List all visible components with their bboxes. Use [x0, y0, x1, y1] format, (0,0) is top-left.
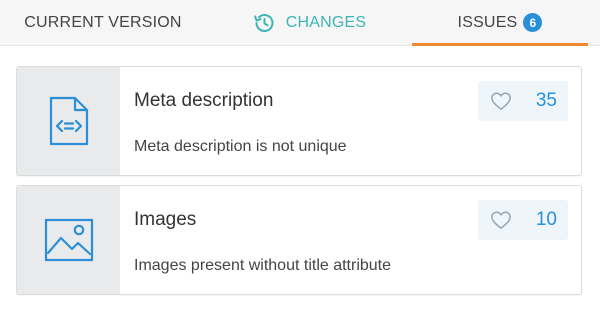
like-button[interactable]: 35 [478, 81, 568, 121]
like-button[interactable]: 10 [478, 200, 568, 240]
issue-card[interactable]: Images Images present without title attr… [16, 185, 582, 295]
image-icon [44, 218, 93, 262]
history-icon [253, 13, 274, 32]
code-file-icon [49, 96, 88, 146]
issue-card[interactable]: Meta description Meta description is not… [16, 66, 582, 176]
issues-count-badge: 6 [523, 13, 543, 32]
issue-icon-box [17, 67, 120, 175]
issue-description: Meta description is not unique [134, 138, 347, 155]
heart-icon [491, 92, 511, 110]
tab-changes[interactable]: CHANGES [206, 0, 412, 45]
tab-issues-label: ISSUES [457, 13, 518, 31]
issue-title: Meta description [134, 90, 274, 111]
tab-current-version[interactable]: CURRENT VERSION [0, 0, 206, 45]
issue-icon-box [17, 186, 120, 294]
issue-title: Images [134, 209, 197, 230]
active-tab-indicator [412, 43, 588, 46]
like-count: 35 [535, 90, 557, 111]
like-count: 10 [535, 209, 557, 230]
issue-description: Images present without title attribute [134, 257, 392, 274]
heart-icon [491, 211, 511, 229]
tab-bar: CURRENT VERSION CHANGES ISSUES 6 [0, 0, 600, 46]
tab-issues[interactable]: ISSUES 6 [412, 0, 588, 46]
tab-changes-label: CHANGES [285, 13, 367, 31]
tab-current-version-label: CURRENT VERSION [24, 13, 182, 31]
